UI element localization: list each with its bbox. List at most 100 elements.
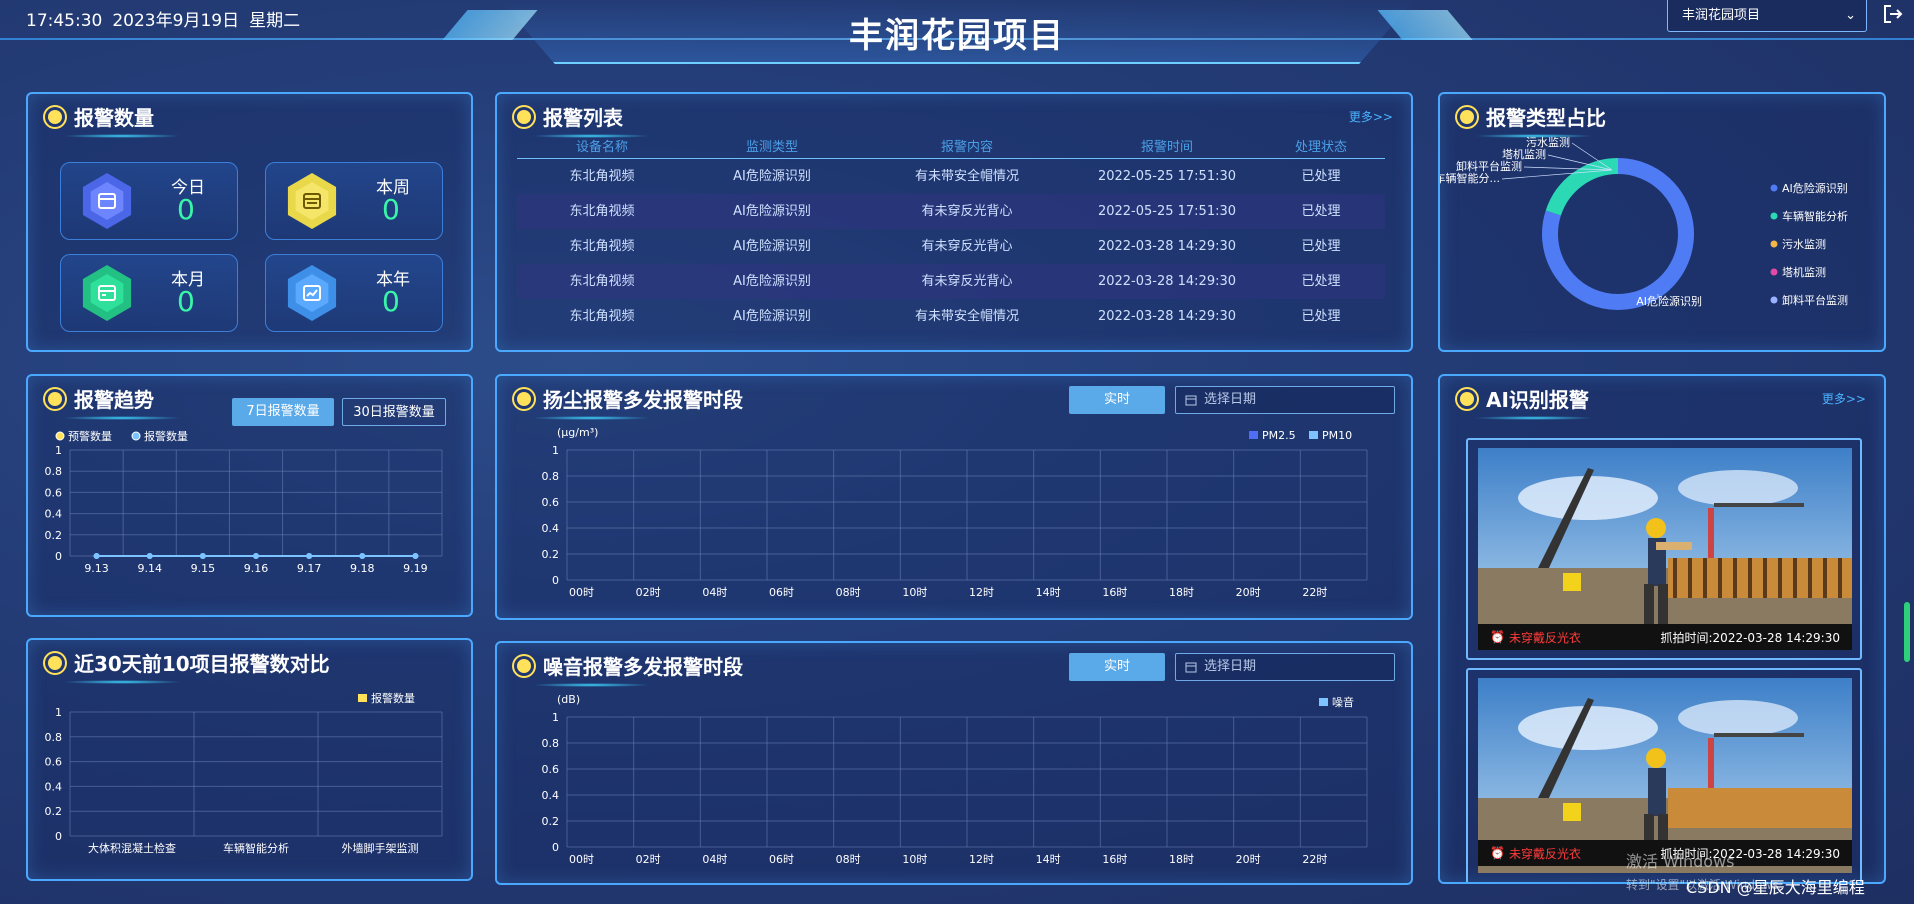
panel-title-text: 报警数量 bbox=[74, 106, 154, 130]
x-tick-label: 02时 bbox=[636, 853, 661, 866]
chevron-down-icon: ⌄ bbox=[1845, 8, 1856, 23]
x-tick-label: 12时 bbox=[969, 853, 994, 866]
y-tick-label: 1 bbox=[552, 444, 559, 457]
table-row[interactable]: 东北角视频 AI危险源识别 有未穿反光背心 2022-03-28 14:29:30 已处… bbox=[517, 264, 1385, 299]
cell: 东北角视频 bbox=[569, 274, 635, 289]
more-link[interactable]: 更多>> bbox=[1822, 390, 1866, 407]
x-tick-label: 9.13 bbox=[84, 562, 109, 575]
x-tick-label: 10时 bbox=[902, 586, 927, 599]
legend-label: PM10 bbox=[1322, 429, 1352, 442]
y-tick-label: 0.6 bbox=[45, 486, 63, 499]
legend-marker bbox=[131, 431, 141, 441]
more-link[interactable]: 更多>> bbox=[1349, 108, 1393, 125]
y-tick-label: 0.4 bbox=[45, 780, 63, 793]
legend-marker bbox=[1770, 184, 1778, 192]
x-tick-label: 06时 bbox=[769, 853, 794, 866]
calendar-week-icon bbox=[287, 173, 337, 229]
alarm-trend-panel: 报警趋势 7日报警数量 30日报警数量 0 0.2 0.4 0.6 0.8 1 9.13 9.… bbox=[26, 374, 473, 617]
y-tick-label: 0 bbox=[552, 574, 559, 587]
logout-icon[interactable] bbox=[1883, 4, 1903, 24]
x-tick-label: 9.15 bbox=[191, 562, 216, 575]
legend-marker bbox=[1319, 698, 1328, 706]
legend-label: PM2.5 bbox=[1262, 429, 1296, 442]
x-tick-label: 02时 bbox=[636, 586, 661, 599]
x-tick-label: 20时 bbox=[1236, 853, 1261, 866]
noise-chart: 0 0.2 0.4 0.6 0.8 1 00时 02时 04时 06时 08时 10时 12时 14时 16… bbox=[542, 693, 1368, 866]
windows-watermark: 激活 Windows bbox=[1626, 852, 1735, 871]
panel-title: 报警列表 bbox=[517, 102, 623, 131]
y-tick-label: 0.6 bbox=[45, 756, 63, 769]
y-tick-label: 0.4 bbox=[542, 522, 560, 535]
header: 17:45:30 2023年9月19日 星期二 丰润花园项目 丰润花园项目 ⌄ bbox=[0, 0, 1914, 64]
legend-label: 车辆智能分析 bbox=[1782, 209, 1848, 223]
y-tick-label: 0.6 bbox=[542, 763, 560, 776]
dust-panel: 扬尘报警多发报警时段 实时 选择日期 0 0.2 0.4 0.6 0.8 1 00时 02时 0… bbox=[495, 374, 1413, 620]
x-tick-label: 9.18 bbox=[350, 562, 375, 575]
table-header: 设备名称 监测类型 报警内容 报警时间 处理状态 bbox=[517, 138, 1385, 159]
alert-type: 未穿戴反光衣 bbox=[1508, 846, 1581, 861]
column-header: 报警内容 bbox=[940, 140, 993, 155]
x-tick-label: 9.16 bbox=[244, 562, 269, 575]
alarm-clock-icon: ⏰ bbox=[1490, 630, 1505, 644]
cell: 2022-03-28 14:29:30 bbox=[1097, 274, 1237, 289]
csdn-watermark: CSDN @星辰大海里编程 bbox=[1686, 878, 1865, 897]
alert-type: 未穿戴反光衣 bbox=[1508, 630, 1581, 645]
table-row[interactable]: 东北角视频 AI危险源识别 有未带安全帽情况 2022-05-25 17:51:30 已… bbox=[517, 159, 1385, 194]
cell: AI危险源识别 bbox=[733, 309, 811, 324]
callout-label: AI危险源识别 bbox=[1636, 294, 1702, 308]
x-tick-label: 16时 bbox=[1102, 586, 1127, 599]
callout-label: 车辆智能分... bbox=[1440, 171, 1500, 185]
panel-title-text: 报警列表 bbox=[543, 106, 623, 130]
table-row[interactable]: 东北角视频 AI危险源识别 有未穿反光背心 2022-05-25 17:51:30 已处… bbox=[517, 194, 1385, 229]
y-tick-label: 1 bbox=[55, 706, 62, 719]
x-tick-label: 14时 bbox=[1036, 853, 1061, 866]
table-row[interactable]: 东北角视频 AI危险源识别 有未穿反光背心 2022-03-28 14:29:30 已处… bbox=[517, 229, 1385, 264]
y-tick-label: 0.2 bbox=[542, 548, 560, 561]
data-point bbox=[306, 553, 313, 559]
stat-value: 0 bbox=[177, 285, 195, 318]
x-tick-label: 12时 bbox=[969, 586, 994, 599]
legend-marker bbox=[1770, 240, 1778, 248]
alarm-count-panel: 报警数量 今日 0 本周 0 本月 0 本年 0 bbox=[26, 92, 473, 352]
legend-label: 报警数量 bbox=[144, 429, 188, 443]
x-tick-label: 18时 bbox=[1169, 853, 1194, 866]
y-tick-label: 1 bbox=[55, 444, 62, 457]
data-point bbox=[199, 553, 206, 559]
stat-month: 本月 0 bbox=[60, 254, 238, 332]
legend-marker bbox=[1249, 431, 1258, 439]
ai-panel: AI识别报警 更多>> ⏰ 未穿戴反光衣 抓拍时间:2022-03-28 14:… bbox=[1438, 374, 1886, 884]
dust-chart: 0 0.2 0.4 0.6 0.8 1 00时 02时 04时 06时 08时 10时 12时 14时 16… bbox=[542, 426, 1368, 599]
cell: AI危险源识别 bbox=[733, 204, 811, 219]
alarm-clock-icon: ⏰ bbox=[1490, 846, 1505, 860]
ai-alert-card[interactable]: ⏰ 未穿戴反光衣 抓拍时间:2022-03-28 14:29:30 bbox=[1466, 438, 1862, 660]
cell: 2022-03-28 14:29:30 bbox=[1097, 309, 1237, 324]
panel-title: AI识别报警 bbox=[1460, 384, 1589, 413]
cell: 东北角视频 bbox=[569, 239, 635, 254]
stat-year: 本年 0 bbox=[265, 254, 443, 332]
y-tick-label: 0.4 bbox=[45, 508, 63, 521]
top10-panel: 近30天前10项目报警数对比 0 0.2 0.4 0.6 0.8 1 大体积混凝土检查 车辆智… bbox=[26, 638, 473, 881]
calendar-day-icon bbox=[82, 173, 132, 229]
table-row[interactable]: 东北角视频 AI危险源识别 有未带安全帽情况 2022-03-28 14:29:30 已… bbox=[517, 299, 1385, 334]
ai-caption: ⏰ 未穿戴反光衣 抓拍时间:2022-03-28 14:29:30 bbox=[1478, 624, 1852, 650]
x-tick-label: 外墙脚手架监测 bbox=[342, 841, 419, 855]
legend-marker bbox=[1309, 431, 1318, 439]
cell: 已处理 bbox=[1301, 274, 1341, 289]
cell: 东北角视频 bbox=[569, 169, 635, 184]
stat-value: 0 bbox=[382, 193, 400, 226]
column-header: 设备名称 bbox=[575, 140, 628, 155]
y-tick-label: 0.4 bbox=[542, 789, 560, 802]
project-select[interactable]: 丰润花园项目 ⌄ bbox=[1667, 0, 1867, 32]
cell: 2022-03-28 14:29:30 bbox=[1097, 239, 1237, 254]
legend-marker bbox=[1770, 296, 1778, 304]
legend-label: 预警数量 bbox=[68, 429, 112, 443]
stat-value: 0 bbox=[382, 285, 400, 318]
x-tick-label: 10时 bbox=[902, 853, 927, 866]
x-tick-label: 04时 bbox=[702, 586, 727, 599]
cell: AI危险源识别 bbox=[733, 274, 811, 289]
x-tick-label: 9.17 bbox=[297, 562, 322, 575]
cell: 已处理 bbox=[1301, 239, 1341, 254]
scrollbar-thumb[interactable] bbox=[1904, 602, 1910, 662]
legend-label: AI危险源识别 bbox=[1782, 181, 1848, 195]
cell: 有未带安全帽情况 bbox=[914, 169, 1019, 184]
